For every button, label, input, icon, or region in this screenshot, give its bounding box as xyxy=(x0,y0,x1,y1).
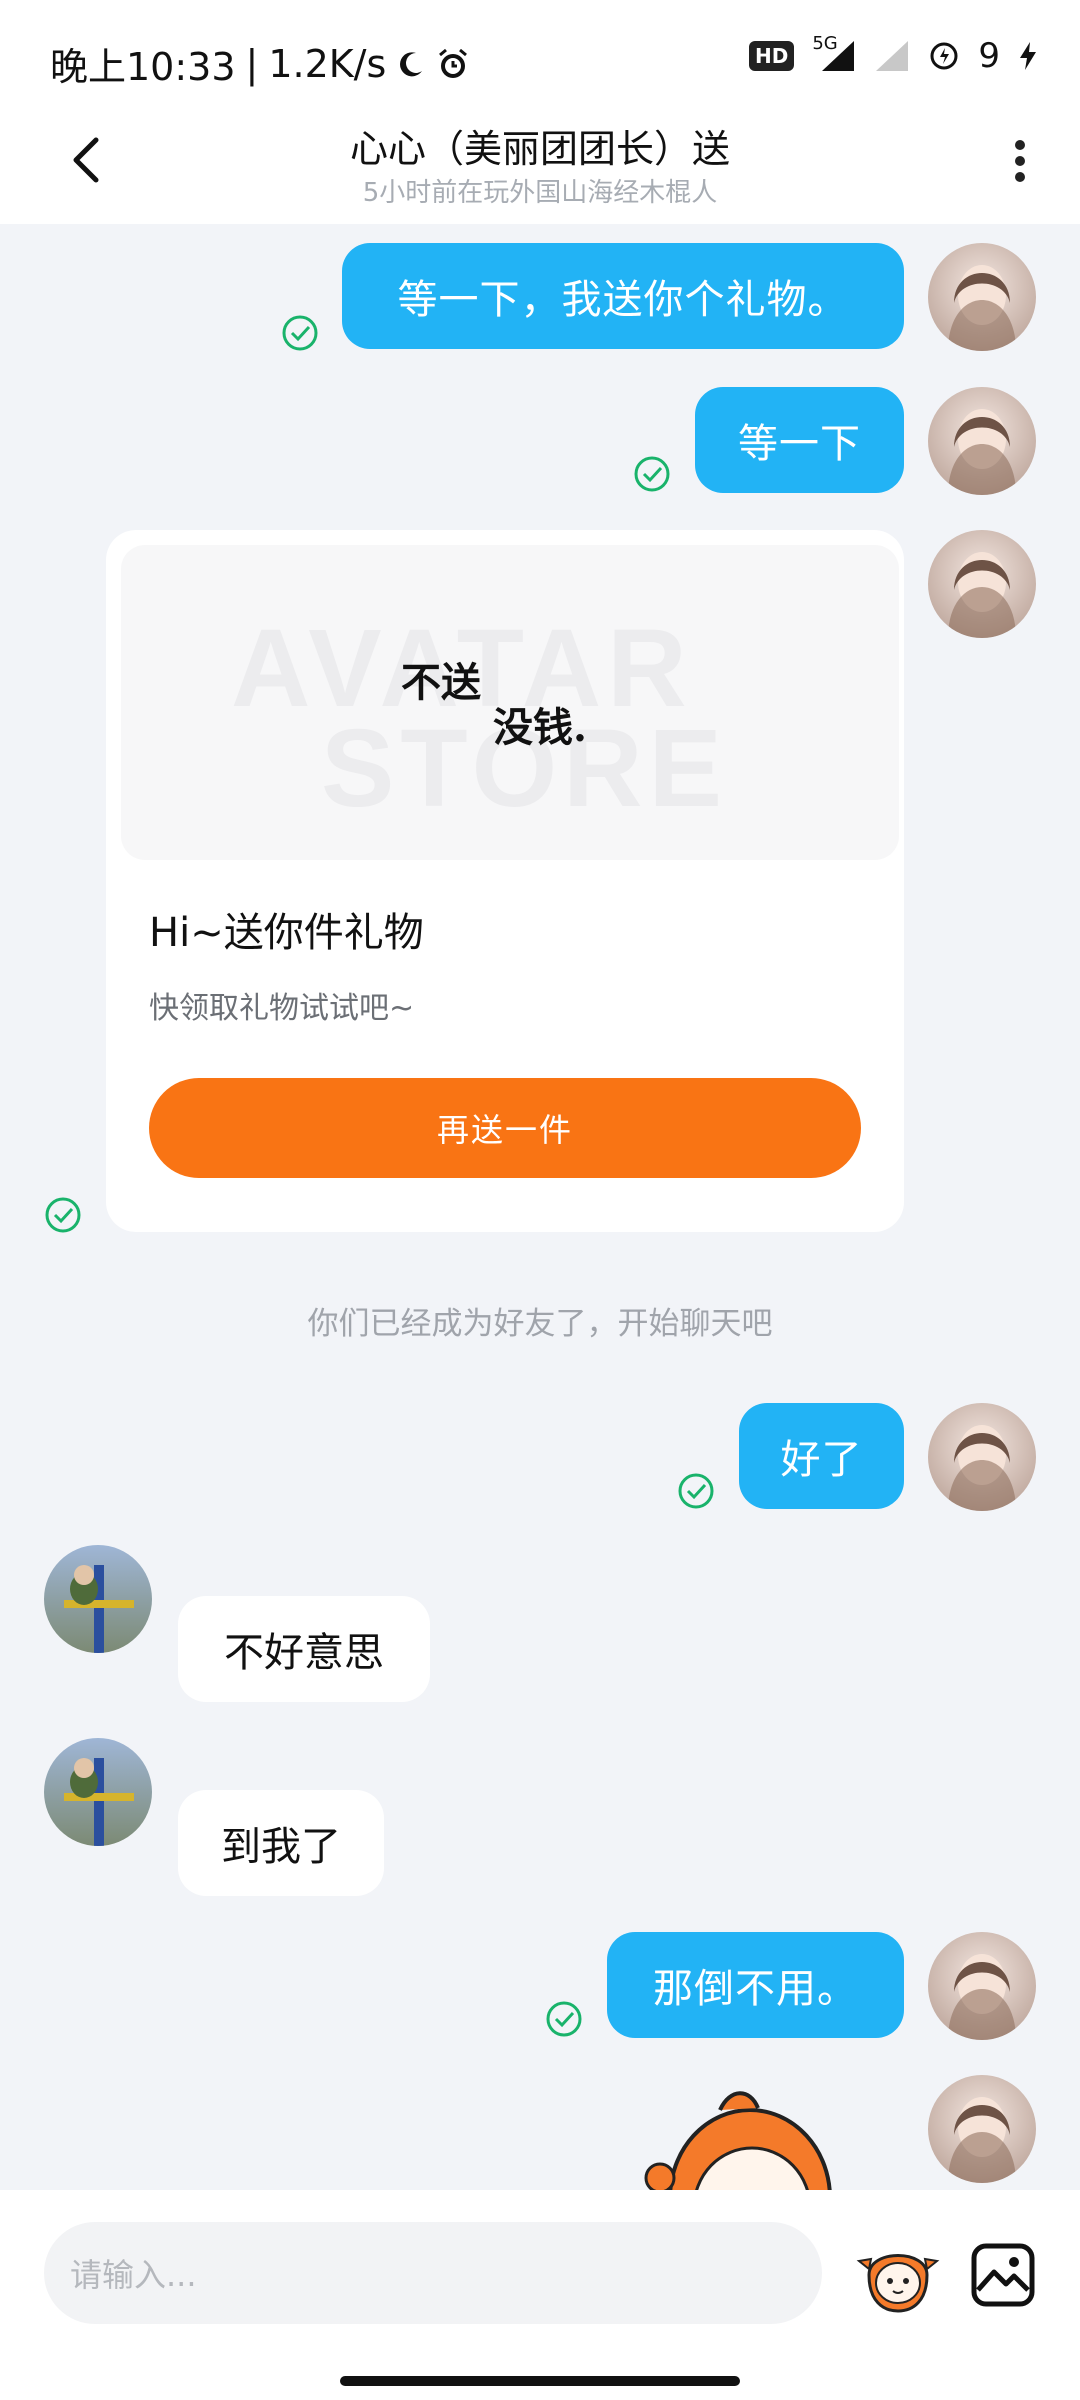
read-check-icon xyxy=(633,455,671,493)
gift-card-desc: 快领取礼物试试吧~ xyxy=(149,991,415,1026)
mascot-emoji-icon xyxy=(856,2254,940,2313)
emoji-button[interactable] xyxy=(855,2233,941,2319)
charging-icon xyxy=(1020,42,1036,70)
message-bubble-incoming[interactable]: 到我了 xyxy=(178,1790,384,1896)
sticker-message[interactable] xyxy=(640,2088,840,2190)
cartoon-mascot-sticker-icon xyxy=(644,2091,832,2190)
contact-avatar[interactable] xyxy=(44,1738,152,1846)
moon-icon xyxy=(400,51,423,76)
battery-level: 9 xyxy=(978,36,1000,76)
contact-avatar[interactable] xyxy=(44,1545,152,1653)
gift-card-title: Hi~送你件礼物 xyxy=(149,910,424,956)
chat-subtitle: 5小时前在玩外国山海经木棍人 xyxy=(362,178,718,208)
status-separator: | xyxy=(245,41,259,86)
read-check-icon xyxy=(677,1472,715,1510)
send-again-button[interactable]: 再送一件 xyxy=(149,1078,861,1178)
gift-card-image: AVATAR STORE 不送 没钱. xyxy=(121,545,899,860)
message-bubble-outgoing[interactable]: 等一下，我送你个礼物。 xyxy=(342,243,904,349)
self-avatar[interactable] xyxy=(928,243,1036,351)
self-avatar[interactable] xyxy=(928,530,1036,638)
image-gallery-icon xyxy=(971,2243,1035,2307)
self-avatar[interactable] xyxy=(928,2075,1036,2183)
status-right: HD 5G 9 xyxy=(749,33,1038,76)
message-bubble-outgoing[interactable]: 好了 xyxy=(739,1403,904,1509)
gift-image-text-1: 不送 xyxy=(401,659,481,706)
alarm-icon xyxy=(439,48,468,78)
chat-title: 心心（美丽团团长）送 xyxy=(349,127,730,171)
self-avatar[interactable] xyxy=(928,1932,1036,2040)
read-check-icon xyxy=(44,1196,82,1234)
battery-saver-icon xyxy=(930,42,958,70)
system-note: 你们已经成为好友了，开始聊天吧 xyxy=(307,1306,773,1342)
message-bubble-incoming[interactable]: 不好意思 xyxy=(178,1596,430,1702)
status-network-speed: 1.2K/s xyxy=(268,41,387,86)
more-button[interactable] xyxy=(1000,134,1040,188)
image-button[interactable] xyxy=(968,2240,1038,2310)
read-check-icon xyxy=(281,314,319,352)
message-bubble-outgoing[interactable]: 那倒不用。 xyxy=(607,1932,904,2038)
signal-2-icon xyxy=(876,41,909,71)
message-input[interactable]: 请输入... xyxy=(44,2222,822,2324)
read-check-icon xyxy=(545,2000,583,2038)
more-dots-icon xyxy=(1000,140,1040,182)
home-indicator[interactable] xyxy=(340,2376,740,2386)
self-avatar[interactable] xyxy=(928,387,1036,495)
signal-icon: 5G xyxy=(812,33,856,73)
message-bubble-outgoing[interactable]: 等一下 xyxy=(695,387,904,493)
self-avatar[interactable] xyxy=(928,1403,1036,1511)
status-left: 晚上10:33 | 1.2K/s xyxy=(50,36,470,91)
status-time: 晚上10:33 xyxy=(50,45,236,89)
gift-image-text-2: 没钱. xyxy=(493,704,587,751)
hd-badge: HD xyxy=(749,41,795,71)
